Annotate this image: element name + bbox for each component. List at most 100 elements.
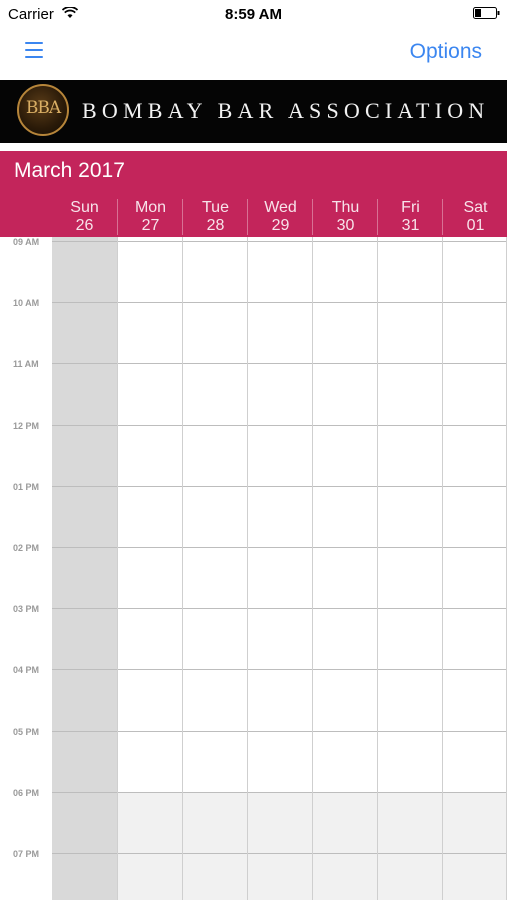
time-slot-cell[interactable] [443, 242, 507, 302]
time-slot-cell[interactable] [313, 426, 377, 486]
status-bar: Carrier 8:59 AM [0, 0, 507, 28]
time-slot-cell[interactable] [248, 487, 312, 547]
time-slot-cell[interactable] [53, 364, 117, 424]
day-header-fri[interactable]: Fri 31 [377, 199, 443, 235]
options-button[interactable]: Options [410, 40, 482, 64]
time-slot-cell[interactable] [443, 364, 507, 424]
time-slot-cell[interactable] [183, 670, 247, 730]
day-date: 29 [271, 217, 290, 234]
time-slot-cell[interactable] [378, 609, 442, 669]
time-slot-cell[interactable] [118, 670, 182, 730]
time-slot-cell[interactable] [118, 793, 182, 853]
time-slot-cell[interactable] [183, 242, 247, 302]
time-slot-cell[interactable] [443, 303, 507, 363]
time-slot-cell[interactable] [378, 487, 442, 547]
hour-label: 02 PM [13, 543, 40, 553]
day-header-sat[interactable]: Sat 01 [442, 199, 507, 235]
time-slot-cell[interactable] [118, 854, 182, 914]
time-slot-cell[interactable] [313, 793, 377, 853]
time-slot-cell[interactable] [183, 732, 247, 792]
time-slot-cell[interactable] [313, 609, 377, 669]
time-slot-cell[interactable] [313, 854, 377, 914]
hour-label: 06 PM [13, 788, 40, 798]
time-slot-cell[interactable] [118, 364, 182, 424]
time-slot-cell[interactable] [443, 732, 507, 792]
time-slot-cell[interactable] [248, 793, 312, 853]
time-slot-cell[interactable] [118, 548, 182, 608]
day-header-sun[interactable]: Sun 26 [52, 199, 117, 235]
time-slot-cell[interactable] [248, 426, 312, 486]
hour-label: 04 PM [13, 665, 40, 675]
time-slot-cell[interactable] [378, 364, 442, 424]
time-slot-cell[interactable] [118, 487, 182, 547]
time-slot-cell[interactable] [313, 732, 377, 792]
time-slot-cell[interactable] [248, 854, 312, 914]
time-slot-cell[interactable] [53, 242, 117, 302]
time-slot-cell[interactable] [118, 426, 182, 486]
time-slot-cell[interactable] [183, 793, 247, 853]
time-slot-cell[interactable] [248, 609, 312, 669]
day-header-wed[interactable]: Wed 29 [247, 199, 313, 235]
time-slot-cell[interactable] [313, 548, 377, 608]
time-slot-cell[interactable] [248, 364, 312, 424]
time-slot-cell[interactable] [118, 242, 182, 302]
time-slot-cell[interactable] [183, 487, 247, 547]
time-slot-cell[interactable] [443, 609, 507, 669]
hamburger-menu-icon[interactable] [25, 42, 43, 58]
time-slot-cell[interactable] [443, 487, 507, 547]
day-header-tue[interactable]: Tue 28 [182, 199, 248, 235]
time-slot-cell[interactable] [53, 609, 117, 669]
status-time: 8:59 AM [225, 6, 282, 23]
time-slot-cell[interactable] [443, 426, 507, 486]
time-slot-cell[interactable] [378, 854, 442, 914]
day-name: Fri [401, 199, 420, 216]
day-header-thu[interactable]: Thu 30 [312, 199, 378, 235]
time-slot-cell[interactable] [378, 548, 442, 608]
time-slot-cell[interactable] [53, 548, 117, 608]
time-slot-cell[interactable] [53, 793, 117, 853]
day-name: Sat [463, 199, 488, 216]
time-slot-cell[interactable] [53, 732, 117, 792]
time-slot-cell[interactable] [183, 426, 247, 486]
day-header-mon[interactable]: Mon 27 [117, 199, 183, 235]
time-slot-cell[interactable] [118, 609, 182, 669]
time-slot-cell[interactable] [313, 364, 377, 424]
logo-monogram: BBA [25, 98, 61, 118]
time-slot-cell[interactable] [183, 303, 247, 363]
time-slot-cell[interactable] [53, 487, 117, 547]
time-slot-cell[interactable] [53, 854, 117, 914]
time-slot-cell[interactable] [248, 242, 312, 302]
day-date: 31 [401, 217, 420, 234]
time-slot-cell[interactable] [53, 426, 117, 486]
time-slot-cell[interactable] [378, 670, 442, 730]
time-slot-cell[interactable] [248, 732, 312, 792]
time-slot-cell[interactable] [443, 548, 507, 608]
time-slot-cell[interactable] [118, 303, 182, 363]
time-slot-cell[interactable] [378, 242, 442, 302]
hour-label: 03 PM [13, 604, 40, 614]
time-slot-cell[interactable] [443, 854, 507, 914]
time-slot-cell[interactable] [313, 303, 377, 363]
time-slot-cell[interactable] [378, 732, 442, 792]
time-slot-cell[interactable] [183, 854, 247, 914]
day-date: 26 [75, 217, 94, 234]
time-slot-cell[interactable] [313, 670, 377, 730]
time-slot-cell[interactable] [53, 670, 117, 730]
time-slot-cell[interactable] [118, 732, 182, 792]
time-slot-cell[interactable] [183, 609, 247, 669]
month-title: March 2017 [14, 159, 125, 182]
time-slot-cell[interactable] [313, 487, 377, 547]
time-slot-cell[interactable] [378, 303, 442, 363]
time-slot-cell[interactable] [248, 670, 312, 730]
hour-label: 05 PM [13, 727, 40, 737]
time-slot-cell[interactable] [248, 303, 312, 363]
time-slot-cell[interactable] [183, 548, 247, 608]
time-slot-cell[interactable] [443, 670, 507, 730]
time-slot-cell[interactable] [443, 793, 507, 853]
time-slot-cell[interactable] [183, 364, 247, 424]
time-slot-cell[interactable] [378, 426, 442, 486]
time-slot-cell[interactable] [248, 548, 312, 608]
time-slot-cell[interactable] [313, 242, 377, 302]
time-slot-cell[interactable] [378, 793, 442, 853]
time-slot-cell[interactable] [53, 303, 117, 363]
